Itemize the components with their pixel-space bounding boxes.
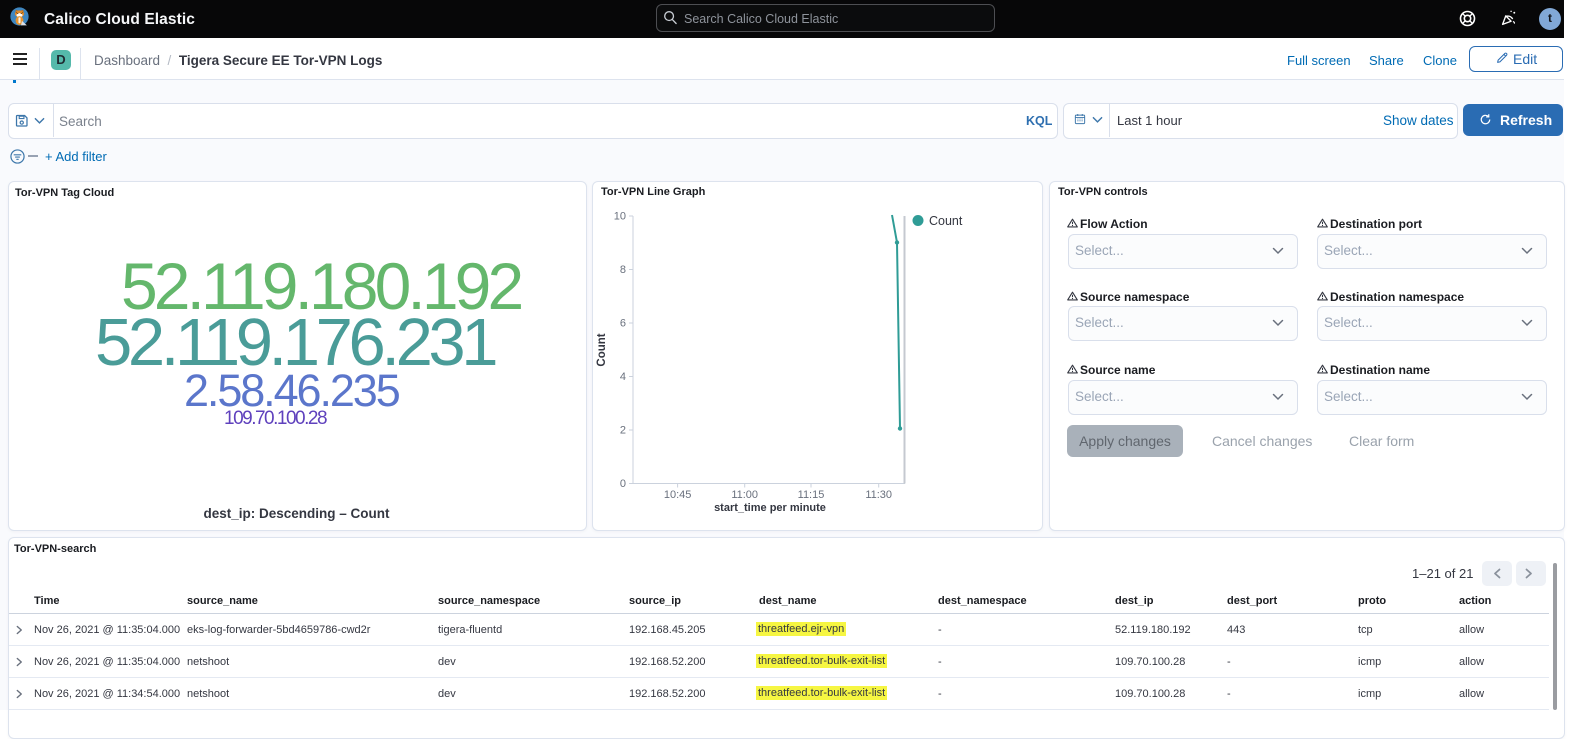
svg-text:Count: Count (929, 214, 963, 228)
svg-text:4: 4 (620, 371, 626, 383)
svg-text:0: 0 (620, 478, 626, 490)
svg-text:11:15: 11:15 (798, 489, 825, 501)
svg-text:10: 10 (614, 211, 626, 223)
svg-text:6: 6 (620, 318, 626, 330)
svg-text:8: 8 (620, 264, 626, 276)
svg-text:11:30: 11:30 (865, 489, 892, 501)
svg-text:start_time per minute: start_time per minute (714, 502, 826, 514)
svg-text:2: 2 (620, 425, 626, 437)
svg-text:Count: Count (596, 333, 608, 366)
svg-text:10:45: 10:45 (664, 489, 692, 501)
svg-text:11:00: 11:00 (731, 489, 758, 501)
